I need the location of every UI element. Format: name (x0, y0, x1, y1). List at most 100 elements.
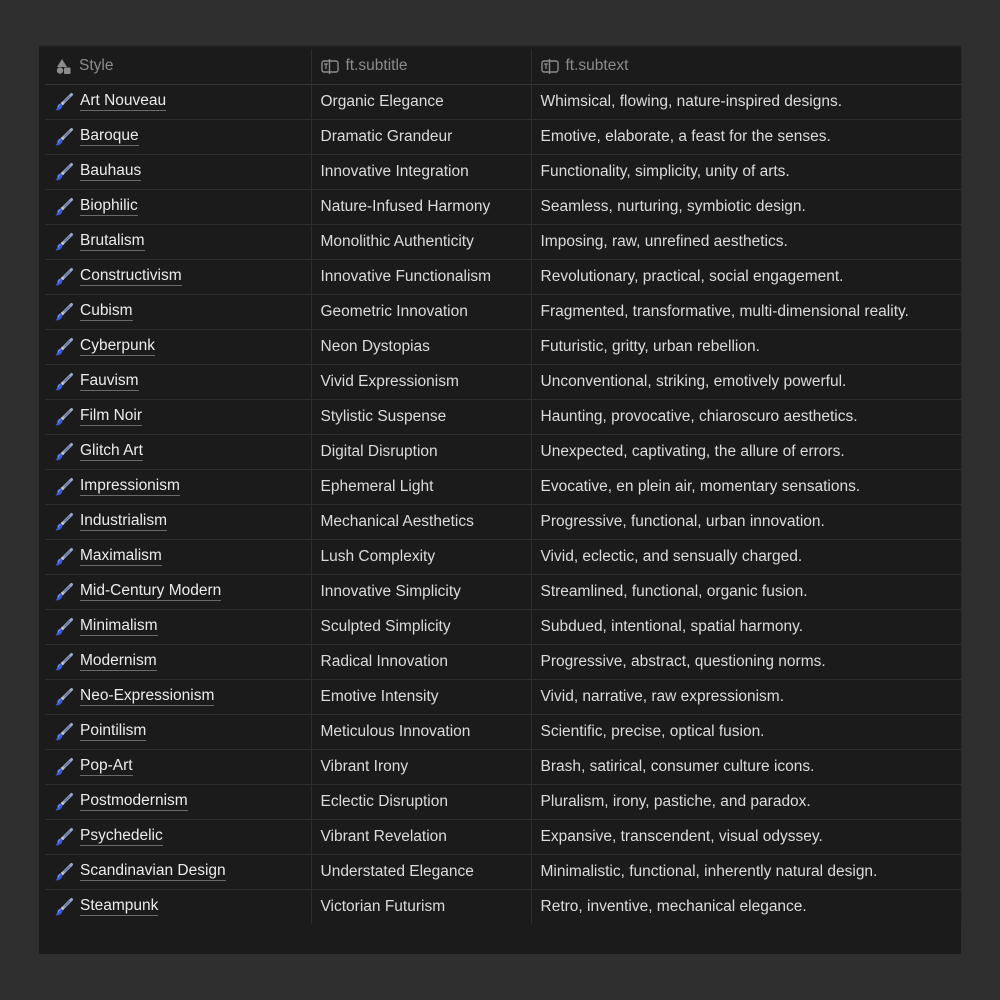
style-cell[interactable]: Industrialism (45, 504, 312, 540)
style-name-link[interactable]: Baroque (80, 127, 139, 146)
style-cell[interactable]: Neo-Expressionism (45, 679, 312, 715)
style-cell[interactable]: Pop-Art (45, 749, 312, 785)
style-cell[interactable]: Pointilism (45, 714, 312, 750)
table-row[interactable]: Cyberpunk Neon Dystopias Futuristic, gri… (45, 329, 962, 365)
style-name-link[interactable]: Minimalism (80, 617, 158, 636)
style-name-link[interactable]: Psychedelic (80, 827, 163, 846)
subtitle-cell: Stylistic Suspense (311, 399, 532, 435)
table-row[interactable]: Postmodernism Eclectic Disruption Plural… (45, 784, 962, 820)
style-cell[interactable]: Modernism (45, 644, 312, 680)
style-cell[interactable]: Steampunk (45, 889, 312, 924)
style-cell[interactable]: Scandinavian Design (45, 854, 312, 890)
paintbrush-icon (54, 442, 74, 462)
style-cell[interactable]: Baroque (45, 119, 312, 155)
style-name-link[interactable]: Bauhaus (80, 162, 142, 181)
style-cell[interactable]: Minimalism (45, 609, 312, 645)
subtext-cell: Functionality, simplicity, unity of arts… (531, 154, 962, 190)
table-row[interactable]: Pointilism Meticulous Innovation Scienti… (45, 714, 962, 750)
subtitle-cell: Meticulous Innovation (311, 714, 532, 750)
style-cell[interactable]: Postmodernism (45, 784, 312, 820)
paintbrush-icon (54, 687, 74, 707)
style-cell[interactable]: Fauvism (45, 364, 312, 400)
style-name-link[interactable]: Maximalism (80, 547, 162, 566)
style-name-link[interactable]: Impressionism (80, 477, 180, 496)
paintbrush-icon (54, 827, 74, 847)
table-row[interactable]: Scandinavian Design Understated Elegance… (45, 854, 962, 890)
table-row[interactable]: Mid-Century Modern Innovative Simplicity… (45, 574, 962, 610)
table-row[interactable]: Fauvism Vivid Expressionism Unconvention… (45, 364, 962, 400)
style-name-link[interactable]: Pop-Art (80, 757, 133, 776)
subtitle-cell: Eclectic Disruption (311, 784, 532, 820)
table-row[interactable]: Impressionism Ephemeral Light Evocative,… (45, 469, 962, 505)
table-row[interactable]: Neo-Expressionism Emotive Intensity Vivi… (45, 679, 962, 715)
table-row[interactable]: Pop-Art Vibrant Irony Brash, satirical, … (45, 749, 962, 785)
style-name-link[interactable]: Cubism (80, 302, 133, 321)
style-name-link[interactable]: Constructivism (80, 267, 182, 286)
style-name-link[interactable]: Glitch Art (80, 442, 143, 461)
style-name-link[interactable]: Postmodernism (80, 792, 188, 811)
table-row[interactable]: Constructivism Innovative Functionalism … (45, 259, 962, 295)
style-name-link[interactable]: Neo-Expressionism (80, 687, 215, 706)
table-row[interactable]: Steampunk Victorian Futurism Retro, inve… (45, 889, 962, 924)
table-row[interactable]: Film Noir Stylistic Suspense Haunting, p… (45, 399, 962, 435)
paintbrush-icon (54, 372, 74, 392)
style-cell[interactable]: Art Nouveau (45, 84, 312, 120)
style-name-link[interactable]: Modernism (80, 652, 157, 671)
table-row[interactable]: Modernism Radical Innovation Progressive… (45, 644, 962, 680)
style-cell[interactable]: Impressionism (45, 469, 312, 505)
table-row[interactable]: Art Nouveau Organic Elegance Whimsical, … (45, 84, 962, 120)
subtext-cell: Retro, inventive, mechanical elegance. (531, 889, 962, 924)
table-row[interactable]: Biophilic Nature-Infused Harmony Seamles… (45, 189, 962, 225)
style-cell[interactable]: Cubism (45, 294, 312, 330)
table-row[interactable]: Maximalism Lush Complexity Vivid, eclect… (45, 539, 962, 575)
style-cell[interactable]: Brutalism (45, 224, 312, 260)
subtext-cell: Futuristic, gritty, urban rebellion. (531, 329, 962, 365)
table-row[interactable]: Psychedelic Vibrant Revelation Expansive… (45, 819, 962, 855)
subtitle-cell: Innovative Simplicity (311, 574, 532, 610)
table-row[interactable]: Bauhaus Innovative Integration Functiona… (45, 154, 962, 190)
table-row[interactable]: Industrialism Mechanical Aesthetics Prog… (45, 504, 962, 540)
style-name-link[interactable]: Fauvism (80, 372, 139, 391)
style-cell[interactable]: Maximalism (45, 539, 312, 575)
style-cell[interactable]: Bauhaus (45, 154, 312, 190)
table-row[interactable]: Baroque Dramatic Grandeur Emotive, elabo… (45, 119, 962, 155)
table-row[interactable]: Cubism Geometric Innovation Fragmented, … (45, 294, 962, 330)
style-name-link[interactable]: Art Nouveau (80, 92, 167, 111)
subtitle-cell: Geometric Innovation (311, 294, 532, 330)
style-cell[interactable]: Constructivism (45, 259, 312, 295)
style-name-link[interactable]: Industrialism (80, 512, 167, 531)
subtext-cell: Minimalistic, functional, inherently nat… (531, 854, 962, 890)
style-cell[interactable]: Biophilic (45, 189, 312, 225)
style-name-link[interactable]: Cyberpunk (80, 337, 155, 356)
column-header-style[interactable]: Style (45, 49, 312, 85)
subtitle-cell: Innovative Integration (311, 154, 532, 190)
subtitle-cell: Monolithic Authenticity (311, 224, 532, 260)
table-row[interactable]: Brutalism Monolithic Authenticity Imposi… (45, 224, 962, 260)
style-name-link[interactable]: Brutalism (80, 232, 145, 251)
text-columns-icon (320, 57, 339, 75)
table-row[interactable]: Glitch Art Digital Disruption Unexpected… (45, 434, 962, 470)
style-name-link[interactable]: Pointilism (80, 722, 147, 741)
style-name-link[interactable]: Biophilic (80, 197, 138, 216)
text-columns-icon (540, 57, 559, 75)
style-cell[interactable]: Cyberpunk (45, 329, 312, 365)
subtitle-cell: Radical Innovation (311, 644, 532, 680)
style-name-link[interactable]: Steampunk (80, 897, 159, 917)
style-name-link[interactable]: Mid-Century Modern (80, 582, 222, 601)
paintbrush-icon (54, 162, 74, 182)
subtitle-cell: Vivid Expressionism (311, 364, 532, 400)
style-name-link[interactable]: Film Noir (80, 407, 142, 426)
style-name-link[interactable]: Scandinavian Design (80, 862, 226, 881)
subtext-cell: Pluralism, irony, pastiche, and paradox. (531, 784, 962, 820)
column-header-subtext[interactable]: ft.subtext (531, 49, 962, 85)
style-cell[interactable]: Glitch Art (45, 434, 312, 470)
style-cell[interactable]: Film Noir (45, 399, 312, 435)
style-cell[interactable]: Psychedelic (45, 819, 312, 855)
subtext-cell: Emotive, elaborate, a feast for the sens… (531, 119, 962, 155)
paintbrush-icon (54, 582, 74, 602)
table-row[interactable]: Minimalism Sculpted Simplicity Subdued, … (45, 609, 962, 645)
subtext-cell: Imposing, raw, unrefined aesthetics. (531, 224, 962, 260)
style-cell[interactable]: Mid-Century Modern (45, 574, 312, 610)
paintbrush-icon (54, 197, 74, 217)
column-header-subtitle[interactable]: ft.subtitle (311, 49, 532, 85)
